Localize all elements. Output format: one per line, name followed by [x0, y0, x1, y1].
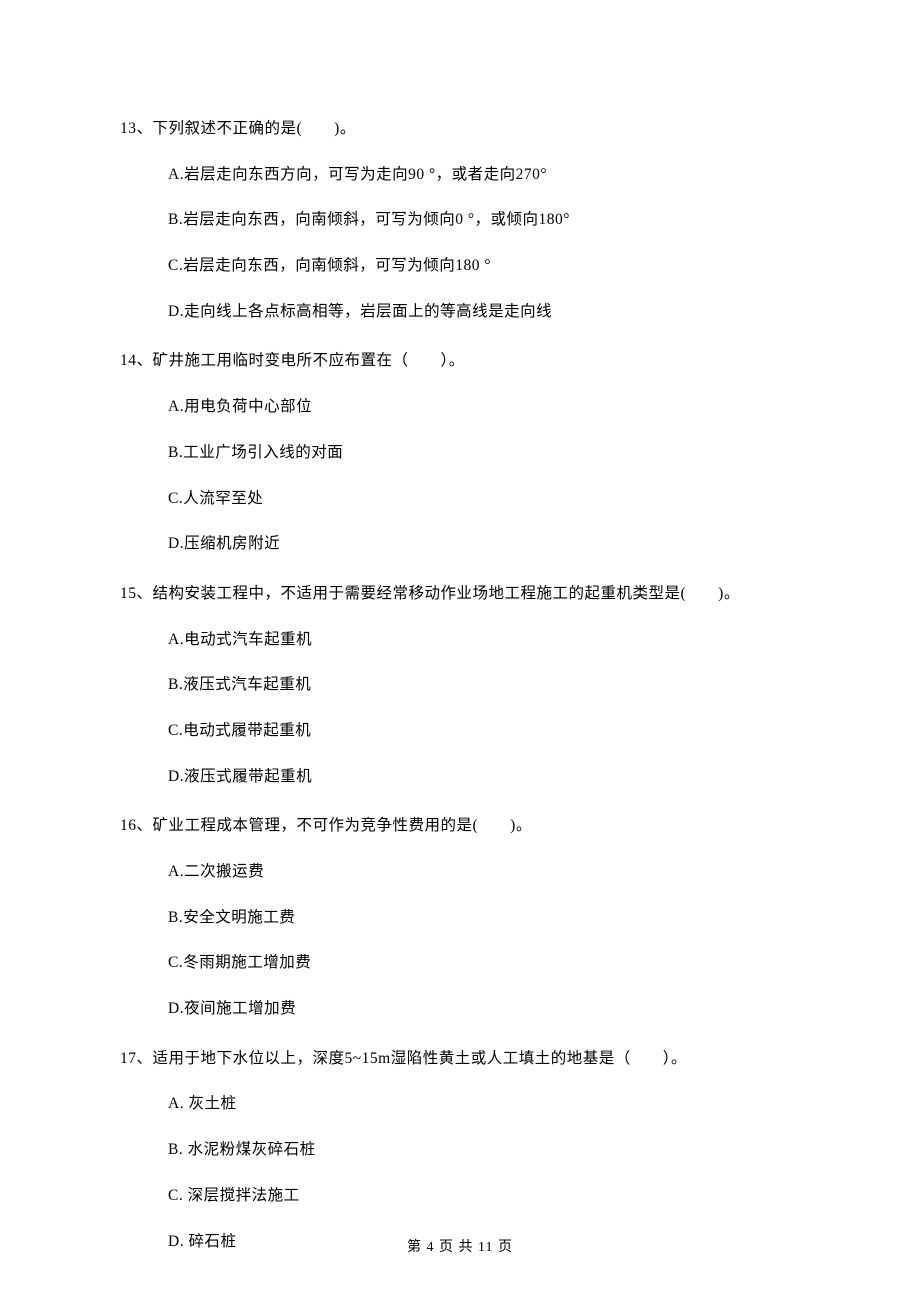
question-options: A.用电负荷中心部位 B.工业广场引入线的对面 C.人流罕至处 D.压缩机房附近: [120, 396, 820, 555]
question-number: 17、: [120, 1050, 153, 1067]
question-17: 17、适用于地下水位以上，深度5~15m湿陷性黄土或人工填土的地基是（ ）。 A…: [120, 1048, 820, 1252]
question-stem: 17、适用于地下水位以上，深度5~15m湿陷性黄土或人工填土的地基是（ ）。: [120, 1048, 820, 1070]
option-b: B.液压式汽车起重机: [168, 674, 820, 696]
question-number: 16、: [120, 817, 153, 834]
question-options: A.岩层走向东西方向，可写为走向90 °，或者走向270° B.岩层走向东西，向…: [120, 164, 820, 323]
option-b: B.工业广场引入线的对面: [168, 442, 820, 464]
question-text: 适用于地下水位以上，深度5~15m湿陷性黄土或人工填土的地基是（ ）。: [153, 1050, 687, 1067]
question-options: A. 灰土桩 B. 水泥粉煤灰碎石桩 C. 深层搅拌法施工 D. 碎石桩: [120, 1093, 820, 1252]
option-c: C. 深层搅拌法施工: [168, 1185, 820, 1207]
option-a: A.用电负荷中心部位: [168, 396, 820, 418]
question-text: 矿井施工用临时变电所不应布置在（ ）。: [153, 352, 465, 369]
page-content: 13、下列叙述不正确的是( )。 A.岩层走向东西方向，可写为走向90 °，或者…: [0, 0, 920, 1252]
question-15: 15、结构安装工程中，不适用于需要经常移动作业场地工程施工的起重机类型是( )。…: [120, 583, 820, 787]
option-a: A.电动式汽车起重机: [168, 629, 820, 651]
question-stem: 15、结构安装工程中，不适用于需要经常移动作业场地工程施工的起重机类型是( )。: [120, 583, 820, 605]
question-text: 结构安装工程中，不适用于需要经常移动作业场地工程施工的起重机类型是( )。: [153, 585, 740, 602]
option-b: B.安全文明施工费: [168, 907, 820, 929]
question-14: 14、矿井施工用临时变电所不应布置在（ ）。 A.用电负荷中心部位 B.工业广场…: [120, 350, 820, 554]
question-options: A.电动式汽车起重机 B.液压式汽车起重机 C.电动式履带起重机 D.液压式履带…: [120, 629, 820, 788]
option-c: C.电动式履带起重机: [168, 720, 820, 742]
option-c: C.岩层走向东西，向南倾斜，可写为倾向180 °: [168, 255, 820, 277]
option-d: D.走向线上各点标高相等，岩层面上的等高线是走向线: [168, 301, 820, 323]
option-a: A.二次搬运费: [168, 861, 820, 883]
question-number: 14、: [120, 352, 153, 369]
question-text: 下列叙述不正确的是( )。: [153, 120, 356, 137]
question-13: 13、下列叙述不正确的是( )。 A.岩层走向东西方向，可写为走向90 °，或者…: [120, 118, 820, 322]
option-b: B.岩层走向东西，向南倾斜，可写为倾向0 °，或倾向180°: [168, 209, 820, 231]
option-a: A.岩层走向东西方向，可写为走向90 °，或者走向270°: [168, 164, 820, 186]
option-d: D.压缩机房附近: [168, 533, 820, 555]
question-stem: 13、下列叙述不正确的是( )。: [120, 118, 820, 140]
question-number: 13、: [120, 120, 153, 137]
question-16: 16、矿业工程成本管理，不可作为竞争性费用的是( )。 A.二次搬运费 B.安全…: [120, 815, 820, 1019]
question-stem: 14、矿井施工用临时变电所不应布置在（ ）。: [120, 350, 820, 372]
option-c: C.冬雨期施工增加费: [168, 952, 820, 974]
option-d: D.液压式履带起重机: [168, 766, 820, 788]
option-d: D.夜间施工增加费: [168, 998, 820, 1020]
question-number: 15、: [120, 585, 153, 602]
question-stem: 16、矿业工程成本管理，不可作为竞争性费用的是( )。: [120, 815, 820, 837]
option-c: C.人流罕至处: [168, 488, 820, 510]
question-text: 矿业工程成本管理，不可作为竞争性费用的是( )。: [153, 817, 532, 834]
question-options: A.二次搬运费 B.安全文明施工费 C.冬雨期施工增加费 D.夜间施工增加费: [120, 861, 820, 1020]
option-a: A. 灰土桩: [168, 1093, 820, 1115]
option-b: B. 水泥粉煤灰碎石桩: [168, 1139, 820, 1161]
page-footer: 第 4 页 共 11 页: [0, 1238, 920, 1258]
